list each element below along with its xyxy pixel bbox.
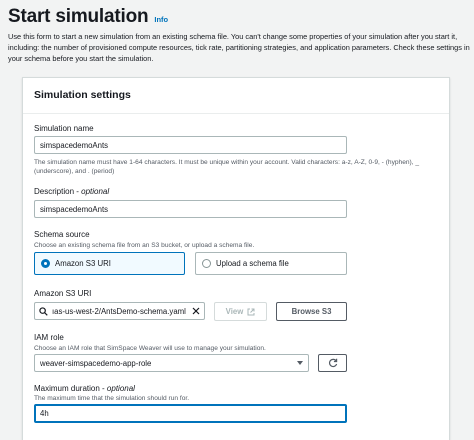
panel-title: Simulation settings — [23, 78, 449, 114]
iam-role-hint: Choose an IAM role that SimSpace Weaver … — [34, 345, 266, 352]
page-header: Start simulation Info Use this form to s… — [8, 6, 470, 64]
s3-uri-label: Amazon S3 URI — [34, 289, 92, 298]
schema-source-hint: Choose an existing schema file from an S… — [34, 242, 255, 249]
description-label-text: Description — [34, 187, 75, 196]
description-input[interactable]: simspacedemoAnts — [34, 200, 347, 218]
max-duration-hint: The maximum time that the simulation sho… — [34, 395, 190, 402]
search-icon — [39, 306, 48, 316]
schema-source-upload-label: Upload a schema file — [216, 259, 289, 268]
simulation-settings-panel: Simulation settings Simulation name sims… — [22, 77, 450, 440]
caret-down-icon — [297, 361, 303, 365]
view-button-label: View — [225, 307, 244, 316]
schema-source-s3-label: Amazon S3 URI — [55, 259, 111, 268]
external-link-icon — [247, 308, 255, 315]
description-label: Description - optional — [34, 187, 110, 196]
page-title: Start simulation — [8, 6, 149, 27]
view-button[interactable]: View — [214, 302, 267, 321]
max-duration-optional: optional — [106, 384, 135, 393]
schema-source-label: Schema source — [34, 230, 90, 239]
max-duration-input[interactable]: 4h — [34, 404, 347, 423]
refresh-icon — [328, 358, 337, 368]
simulation-name-label: Simulation name — [34, 124, 94, 133]
info-link[interactable]: Info — [154, 15, 168, 24]
s3-uri-search-input[interactable]: ıas-us-west-2/AntsDemo-schema.yaml — [34, 302, 205, 320]
radio-unselected-icon — [202, 259, 211, 268]
description-optional: optional — [81, 187, 110, 196]
simulation-name-hint: The simulation name must have 1-64 chara… — [34, 159, 420, 175]
schema-source-s3-option[interactable]: Amazon S3 URI — [34, 252, 185, 275]
clear-icon[interactable] — [192, 307, 200, 315]
browse-s3-button[interactable]: Browse S3 — [276, 302, 347, 321]
iam-role-select[interactable]: weaver-simspacedemo-app-role — [34, 354, 309, 372]
refresh-button[interactable] — [318, 354, 347, 372]
max-duration-label: Maximum duration - optional — [34, 384, 135, 393]
iam-role-label: IAM role — [34, 333, 64, 342]
s3-uri-value: ıas-us-west-2/AntsDemo-schema.yaml — [52, 306, 186, 316]
iam-role-value: weaver-simspacedemo-app-role — [40, 358, 152, 368]
page-description: Use this form to start a new simulation … — [8, 32, 470, 63]
radio-selected-icon — [41, 259, 50, 268]
simulation-name-input[interactable]: simspacedemoAnts — [34, 136, 347, 154]
max-duration-label-text: Maximum duration — [34, 384, 100, 393]
title-row: Start simulation Info — [8, 6, 470, 28]
schema-source-upload-option[interactable]: Upload a schema file — [195, 252, 347, 275]
